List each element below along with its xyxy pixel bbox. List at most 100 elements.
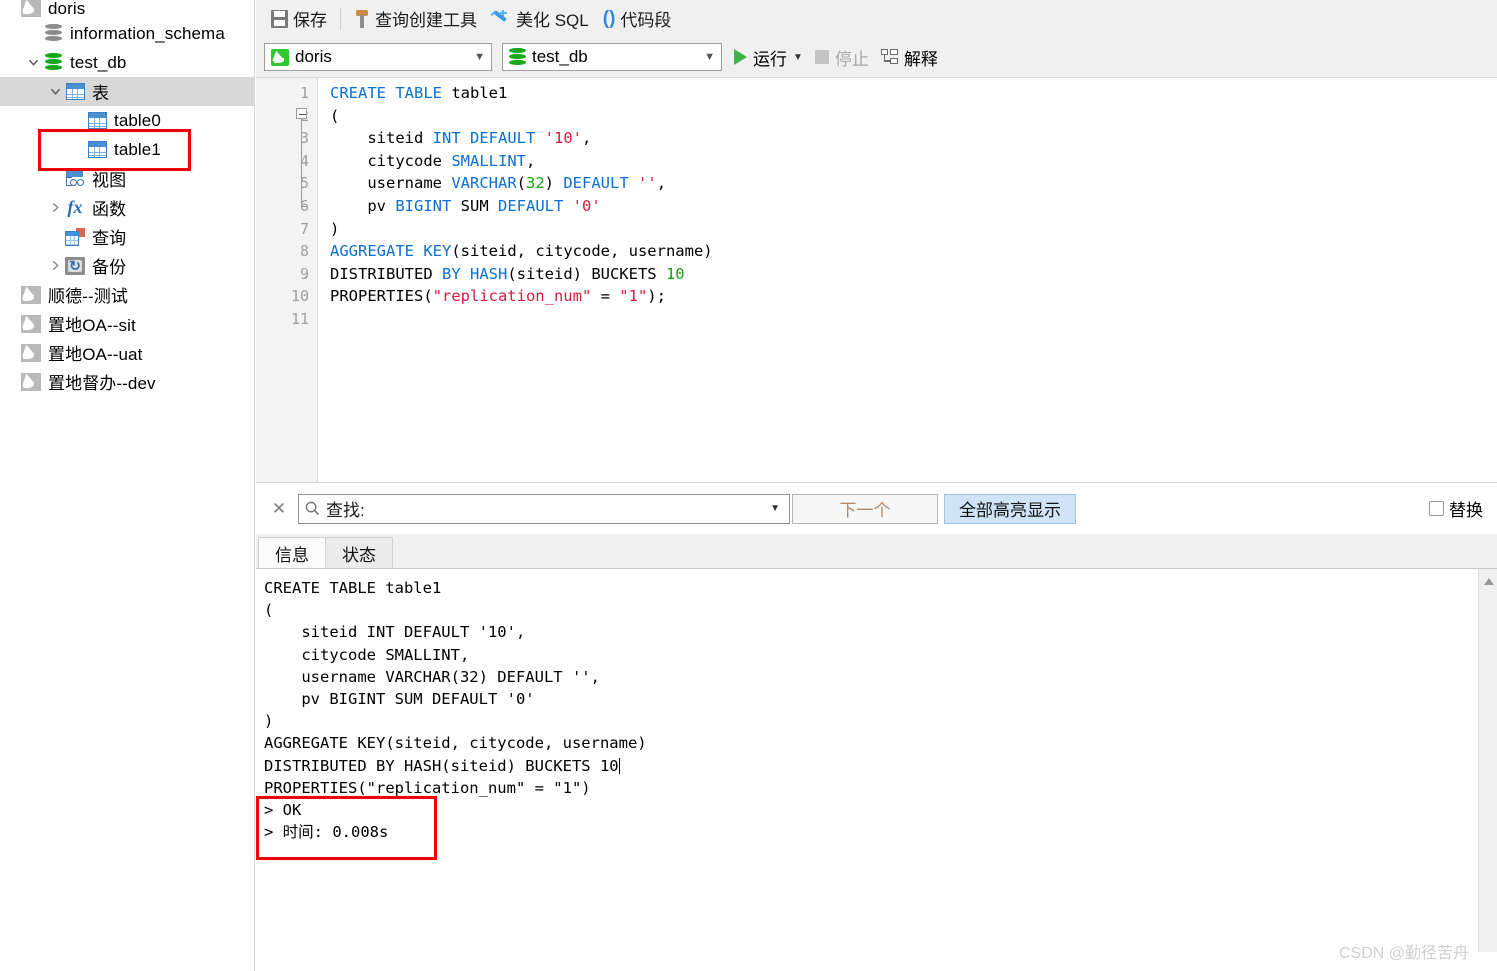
find-next-button[interactable]: 下一个: [792, 493, 938, 524]
tab-状态[interactable]: 状态: [325, 537, 393, 568]
tab-信息[interactable]: 信息: [258, 537, 326, 568]
query-builder-button[interactable]: 查询创建工具: [347, 4, 484, 34]
database-tree[interactable]: doris information_schema test_db 表 table0 tab…: [0, 0, 254, 396]
tree-item-doris[interactable]: doris: [0, 0, 254, 19]
find-input[interactable]: 查找: ▼: [298, 493, 790, 524]
save-icon: [271, 9, 288, 28]
tree-item-information_schema[interactable]: information_schema: [0, 19, 254, 48]
tables-folder-icon: [64, 81, 86, 103]
table-icon: [86, 139, 108, 161]
tree-item-table0[interactable]: table0: [0, 106, 254, 135]
output-text: CREATE TABLE table1 ( siteid INT DEFAULT …: [256, 569, 1497, 843]
stop-square-icon: [814, 50, 829, 64]
output-line: DISTRIBUTED BY HASH(siteid) BUCKETS 10: [264, 756, 620, 775]
code-line: siteid INT DEFAULT '10',: [330, 129, 592, 148]
mysql-dolphin-icon: [271, 48, 289, 66]
query-builder-label: 查询创建工具: [375, 11, 477, 30]
output-line: username VARCHAR(32) DEFAULT '',: [264, 667, 600, 686]
connection-select[interactable]: doris ▼: [264, 43, 492, 71]
connection-bar[interactable]: doris ▼ test_db ▼ 运行 ▼ 停止 解释: [256, 37, 1497, 77]
parentheses-icon: (): [602, 8, 616, 29]
run-button[interactable]: 运行 ▼: [734, 45, 803, 70]
code-line: ): [330, 219, 340, 238]
beautify-sql-button[interactable]: 美化 SQL: [484, 4, 596, 34]
output-pane[interactable]: CREATE TABLE table1 ( siteid INT DEFAULT …: [256, 568, 1497, 971]
connection-select-value: doris: [295, 47, 332, 66]
result-tabs[interactable]: 信息 状态: [256, 534, 1497, 568]
tree-item-顺德--测试[interactable]: 顺德--测试: [0, 280, 254, 309]
tree-item-table1[interactable]: table1: [0, 135, 254, 164]
database-gray-icon: [42, 23, 64, 45]
stop-button[interactable]: 停止: [814, 45, 869, 70]
mysql-connection-icon: [20, 313, 42, 335]
beautify-sql-label: 美化 SQL: [516, 11, 589, 30]
tree-item-label: 查询: [92, 229, 127, 248]
explain-button-label: 解释: [903, 49, 938, 69]
tree-item-查询[interactable]: 查询: [0, 222, 254, 251]
output-line: PROPERTIES("replication_num" = "1"): [264, 778, 591, 797]
output-status-line: > OK: [264, 801, 302, 820]
chevron-down-icon[interactable]: ▼: [704, 51, 715, 63]
save-button[interactable]: 保存: [264, 4, 334, 34]
scroll-up-arrow-icon[interactable]: [1484, 578, 1494, 585]
output-scrollbar[interactable]: [1478, 569, 1497, 952]
nav-editor-window: doris information_schema test_db 表 table0 tab…: [0, 0, 1497, 971]
tree-item-label: 函数: [92, 200, 127, 219]
function-fx-icon: fx: [67, 197, 83, 217]
tree-item-备份[interactable]: ↻ 备份: [0, 251, 254, 280]
fold-guide-foot: [301, 206, 307, 207]
magic-wand-icon: [490, 9, 511, 28]
fold-toggle-icon[interactable]: [296, 108, 307, 119]
editor-toolbar[interactable]: 保存 查询创建工具 美化 SQL () 代码段: [256, 0, 1497, 37]
tree-item-test_db[interactable]: test_db: [0, 48, 254, 77]
tree-item-label: test_db: [70, 52, 127, 72]
code-line: DISTRIBUTED BY HASH(siteid) BUCKETS 10: [330, 264, 685, 283]
database-green-icon: [42, 52, 64, 74]
output-line: (: [264, 601, 274, 620]
output-line: CREATE TABLE table1: [264, 579, 442, 597]
code-line: (: [330, 106, 340, 125]
tree-item-视图[interactable]: 视图: [0, 164, 254, 193]
output-line: ): [264, 712, 274, 731]
tab-label: 状态: [342, 545, 376, 565]
tree-item-表[interactable]: 表: [0, 77, 254, 106]
explain-button[interactable]: 解释: [880, 45, 938, 70]
tree-item-置地OA--uat[interactable]: 置地OA--uat: [0, 338, 254, 367]
sql-editor[interactable]: 1234567891011 CREATE TABLE table1 ( sitei…: [256, 77, 1497, 482]
tree-twisty-icon[interactable]: [24, 57, 42, 68]
tree-twisty-icon[interactable]: [46, 202, 64, 213]
output-line: pv BIGINT SUM DEFAULT '0': [264, 690, 535, 709]
chevron-down-icon[interactable]: ▼: [474, 51, 485, 63]
find-input-placeholder: 查找:: [326, 501, 365, 520]
find-history-caret-icon[interactable]: ▼: [765, 503, 785, 514]
tree-twisty-icon[interactable]: [46, 260, 64, 271]
run-dropdown-caret-icon[interactable]: ▼: [793, 52, 803, 63]
snippet-button[interactable]: () 代码段: [596, 4, 679, 34]
output-line: siteid INT DEFAULT '10',: [264, 623, 526, 642]
replace-toggle[interactable]: 替换: [1429, 496, 1483, 521]
highlight-all-label: 全部高亮显示: [959, 501, 1061, 520]
tree-twisty-icon[interactable]: [46, 86, 64, 97]
sql-code-area[interactable]: CREATE TABLE table1 ( siteid INT DEFAULT …: [318, 78, 1497, 482]
find-bar[interactable]: ✕ 查找: ▼ 下一个 全部高亮显示 替换: [256, 482, 1497, 534]
replace-checkbox[interactable]: [1429, 501, 1444, 516]
mysql-connection-icon: [20, 284, 42, 306]
find-next-label: 下一个: [839, 501, 891, 520]
text-caret: [618, 757, 620, 774]
highlight-all-button[interactable]: 全部高亮显示: [944, 493, 1076, 524]
tree-item-label: 置地OA--uat: [48, 345, 143, 364]
code-line: AGGREGATE KEY(siteid, citycode, username…: [330, 242, 713, 261]
tree-item-label: 置地OA--sit: [48, 316, 136, 335]
code-line: PROPERTIES("replication_num" = "1");: [330, 287, 666, 306]
database-select[interactable]: test_db ▼: [502, 43, 722, 71]
mysql-connection-icon: [20, 0, 42, 19]
tree-item-置地督办--dev[interactable]: 置地督办--dev: [0, 367, 254, 396]
mysql-connection-icon: [20, 371, 42, 393]
database-navigator-sidebar[interactable]: doris information_schema test_db 表 table0 tab…: [0, 0, 255, 971]
run-button-label: 运行: [753, 49, 787, 69]
tree-item-label: 表: [92, 84, 110, 103]
close-find-icon[interactable]: ✕: [266, 496, 292, 522]
tree-item-置地OA--sit[interactable]: 置地OA--sit: [0, 309, 254, 338]
tree-item-函数[interactable]: fx 函数: [0, 193, 254, 222]
code-folding-column[interactable]: [294, 82, 316, 482]
